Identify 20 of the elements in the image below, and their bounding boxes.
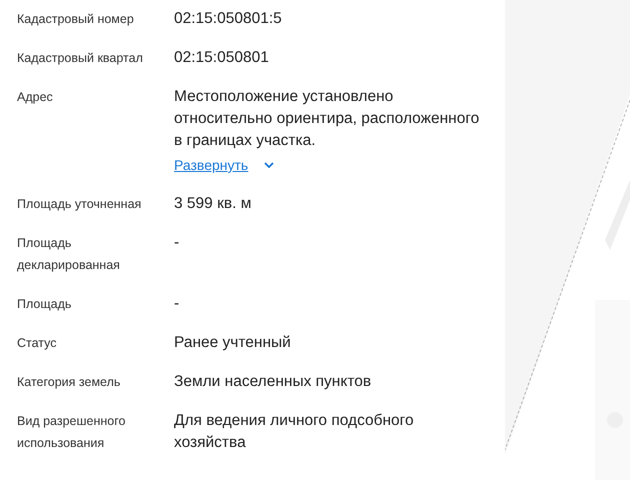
property-label: Категория земель: [17, 374, 122, 391]
property-value: -: [174, 294, 180, 314]
property-value: 02:15:050801: [174, 48, 269, 68]
property-value: Местоположение установлено относительно ориентира, расположенного в границах участка.: [174, 87, 480, 151]
expand-link[interactable]: Развернуть: [174, 155, 248, 175]
property-value: Земли населенных пунктов: [174, 372, 372, 392]
property-label: Площадь уточненная: [17, 196, 142, 213]
property-value: 3 599 кв. м: [174, 194, 252, 214]
property-label: Адрес: [17, 89, 54, 106]
property-label: Площадь декларированная: [17, 235, 121, 274]
property-label: Вид разрешенного использования: [17, 413, 126, 452]
property-value: Для ведения личного подсобного хозяйства: [174, 411, 415, 453]
property-value: 02:15:050801:5: [174, 9, 282, 29]
property-label: Площадь: [17, 296, 72, 313]
property-value: Ранее учтенный: [174, 333, 291, 353]
property-label: Кадастровый квартал: [17, 50, 144, 67]
property-label: Статус: [17, 335, 58, 352]
property-value: -: [174, 233, 180, 253]
property-label: Кадастровый номер: [17, 11, 135, 28]
chevron-down-icon[interactable]: [264, 162, 274, 168]
